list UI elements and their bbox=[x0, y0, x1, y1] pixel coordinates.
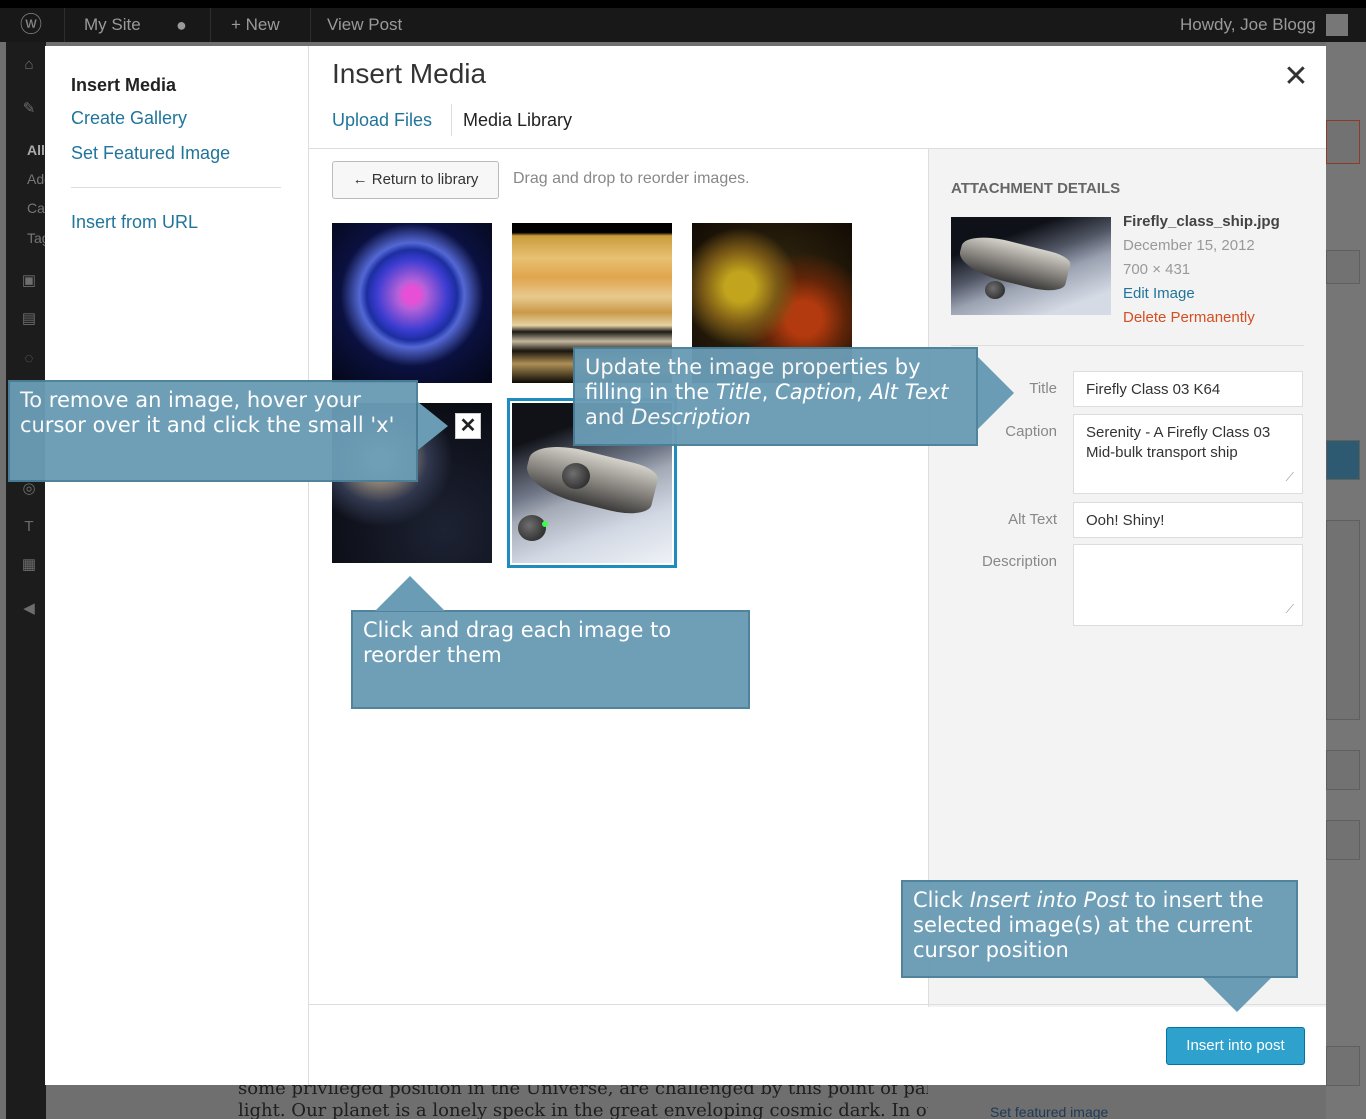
menu-create-gallery[interactable]: Create Gallery bbox=[71, 108, 187, 129]
callout-arrow bbox=[418, 402, 448, 450]
background-field bbox=[1326, 250, 1360, 284]
callout-text: , bbox=[761, 380, 776, 404]
modal-title: Insert Media bbox=[332, 58, 487, 89]
callout-drag-reorder: Click and drag each image to reorder the… bbox=[351, 610, 750, 709]
remove-image-close-icon[interactable]: ✕ bbox=[455, 413, 481, 439]
callout-em-description: Description bbox=[631, 405, 751, 429]
background-notice-box bbox=[1326, 120, 1360, 164]
callout-remove-image: To remove an image, hover your cursor ov… bbox=[8, 380, 418, 482]
drag-hint-text: Drag and drop to reorder images. bbox=[513, 170, 750, 187]
description-label: Description bbox=[981, 553, 1057, 570]
menu-insert-media[interactable]: Insert Media bbox=[71, 75, 176, 96]
callout-text: Click bbox=[913, 888, 970, 912]
callout-em-caption: Caption bbox=[775, 380, 857, 404]
settings-icon: ▦ bbox=[21, 556, 37, 573]
admin-bar-divider bbox=[310, 8, 311, 42]
callout-em-alt: Alt Text bbox=[869, 380, 949, 404]
title-input[interactable]: Firefly Class 03 K64 bbox=[1073, 371, 1303, 407]
tab-upload-files[interactable]: Upload Files bbox=[332, 110, 432, 131]
howdy-account-link[interactable]: Howdy, Joe Blogg bbox=[1180, 8, 1316, 42]
pin-icon: ✎ bbox=[22, 100, 36, 117]
media-menu: Insert Media Create Gallery Set Featured… bbox=[45, 46, 309, 1085]
tools-icon: T bbox=[24, 518, 34, 535]
ship-hull bbox=[955, 230, 1073, 296]
attachment-thumbnail bbox=[951, 217, 1111, 315]
callout-em-insert: Insert into Post bbox=[969, 888, 1129, 912]
callout-arrow bbox=[1203, 978, 1271, 1012]
callout-insert-into-post: Click Insert into Post to insert the sel… bbox=[901, 880, 1298, 978]
avatar[interactable] bbox=[1326, 14, 1348, 36]
collapse-icon: ◀ bbox=[23, 600, 35, 617]
set-featured-image-link: Set featured image bbox=[990, 1104, 1109, 1119]
media-icon: ▣ bbox=[21, 272, 37, 289]
menu-set-featured-image[interactable]: Set Featured Image bbox=[71, 143, 230, 164]
tab-divider bbox=[451, 104, 452, 136]
callout-text: and bbox=[585, 405, 632, 429]
pages-icon: ▤ bbox=[21, 310, 37, 327]
tab-media-library[interactable]: Media Library bbox=[463, 110, 572, 131]
attachment-dimensions: 700 × 431 bbox=[1123, 261, 1191, 278]
background-panel bbox=[1326, 1046, 1360, 1086]
return-to-library-button[interactable]: ← Return to library bbox=[332, 161, 499, 199]
attachment-separator bbox=[951, 345, 1304, 346]
ship-hull bbox=[521, 438, 661, 520]
caption-text: Serenity - A Firefly Class 03 Mid-bulk t… bbox=[1086, 424, 1271, 461]
callout-em-title: Title bbox=[716, 380, 762, 404]
wordpress-logo-icon[interactable]: ⓦ bbox=[20, 8, 50, 42]
delete-permanently-link[interactable]: Delete Permanently bbox=[1123, 309, 1255, 326]
toolbar-divider bbox=[309, 1004, 1326, 1005]
dashboard-icon: ⌂ bbox=[24, 56, 34, 73]
callout-text: , bbox=[856, 380, 870, 404]
my-site-link[interactable]: My Site bbox=[84, 8, 141, 42]
attachment-filename: Firefly_class_ship.jpg bbox=[1123, 213, 1280, 230]
ship-engine bbox=[562, 463, 590, 489]
resize-grip-icon[interactable]: ⟋ bbox=[1286, 599, 1294, 619]
admin-bar-strip bbox=[0, 8, 1366, 42]
alt-text-label: Alt Text bbox=[1008, 511, 1057, 528]
thumbnail-helix-nebula[interactable] bbox=[332, 223, 492, 383]
background-publish-button bbox=[1326, 440, 1360, 480]
callout-arrow bbox=[978, 357, 1014, 429]
caption-textarea[interactable]: Serenity - A Firefly Class 03 Mid-bulk t… bbox=[1073, 414, 1303, 494]
menu-insert-from-url[interactable]: Insert from URL bbox=[71, 212, 198, 233]
edit-image-link[interactable]: Edit Image bbox=[1123, 285, 1195, 302]
view-post-link[interactable]: View Post bbox=[327, 8, 402, 42]
background-panel bbox=[1326, 520, 1360, 720]
admin-bar-divider bbox=[210, 8, 211, 42]
background-panel bbox=[1326, 750, 1360, 790]
alt-text-input[interactable]: Ooh! Shiny! bbox=[1073, 502, 1303, 538]
insert-into-post-button[interactable]: Insert into post bbox=[1166, 1027, 1305, 1065]
menu-separator bbox=[71, 187, 281, 188]
description-textarea[interactable]: ⟋ bbox=[1073, 544, 1303, 626]
background-post-text: light. Our planet is a lonely speck in t… bbox=[238, 1100, 928, 1119]
callout-update-properties: Update the image properties by filling i… bbox=[573, 347, 978, 446]
comments-icon[interactable]: ● bbox=[176, 8, 187, 42]
ship-light bbox=[542, 521, 548, 527]
close-icon[interactable]: ✕ bbox=[1281, 62, 1311, 92]
background-panel bbox=[1326, 820, 1360, 860]
attachment-details-heading: ATTACHMENT DETAILS bbox=[951, 180, 1121, 197]
admin-bar-divider bbox=[64, 8, 65, 42]
resize-grip-icon[interactable]: ⟋ bbox=[1286, 467, 1294, 487]
callout-arrow bbox=[375, 576, 445, 611]
ship-engine bbox=[985, 281, 1005, 299]
attachment-date: December 15, 2012 bbox=[1123, 237, 1255, 254]
ship-engine bbox=[518, 515, 546, 541]
comments-icon: ◌ bbox=[24, 350, 34, 367]
sidebar-item-all: All bbox=[27, 142, 45, 158]
new-content-link[interactable]: + New bbox=[231, 8, 280, 42]
admin-sidebar: ⌂ ✎ All Add Cat Tag ▣ ▤ ◌ ◎ T ▦ ◀ bbox=[6, 42, 52, 1119]
